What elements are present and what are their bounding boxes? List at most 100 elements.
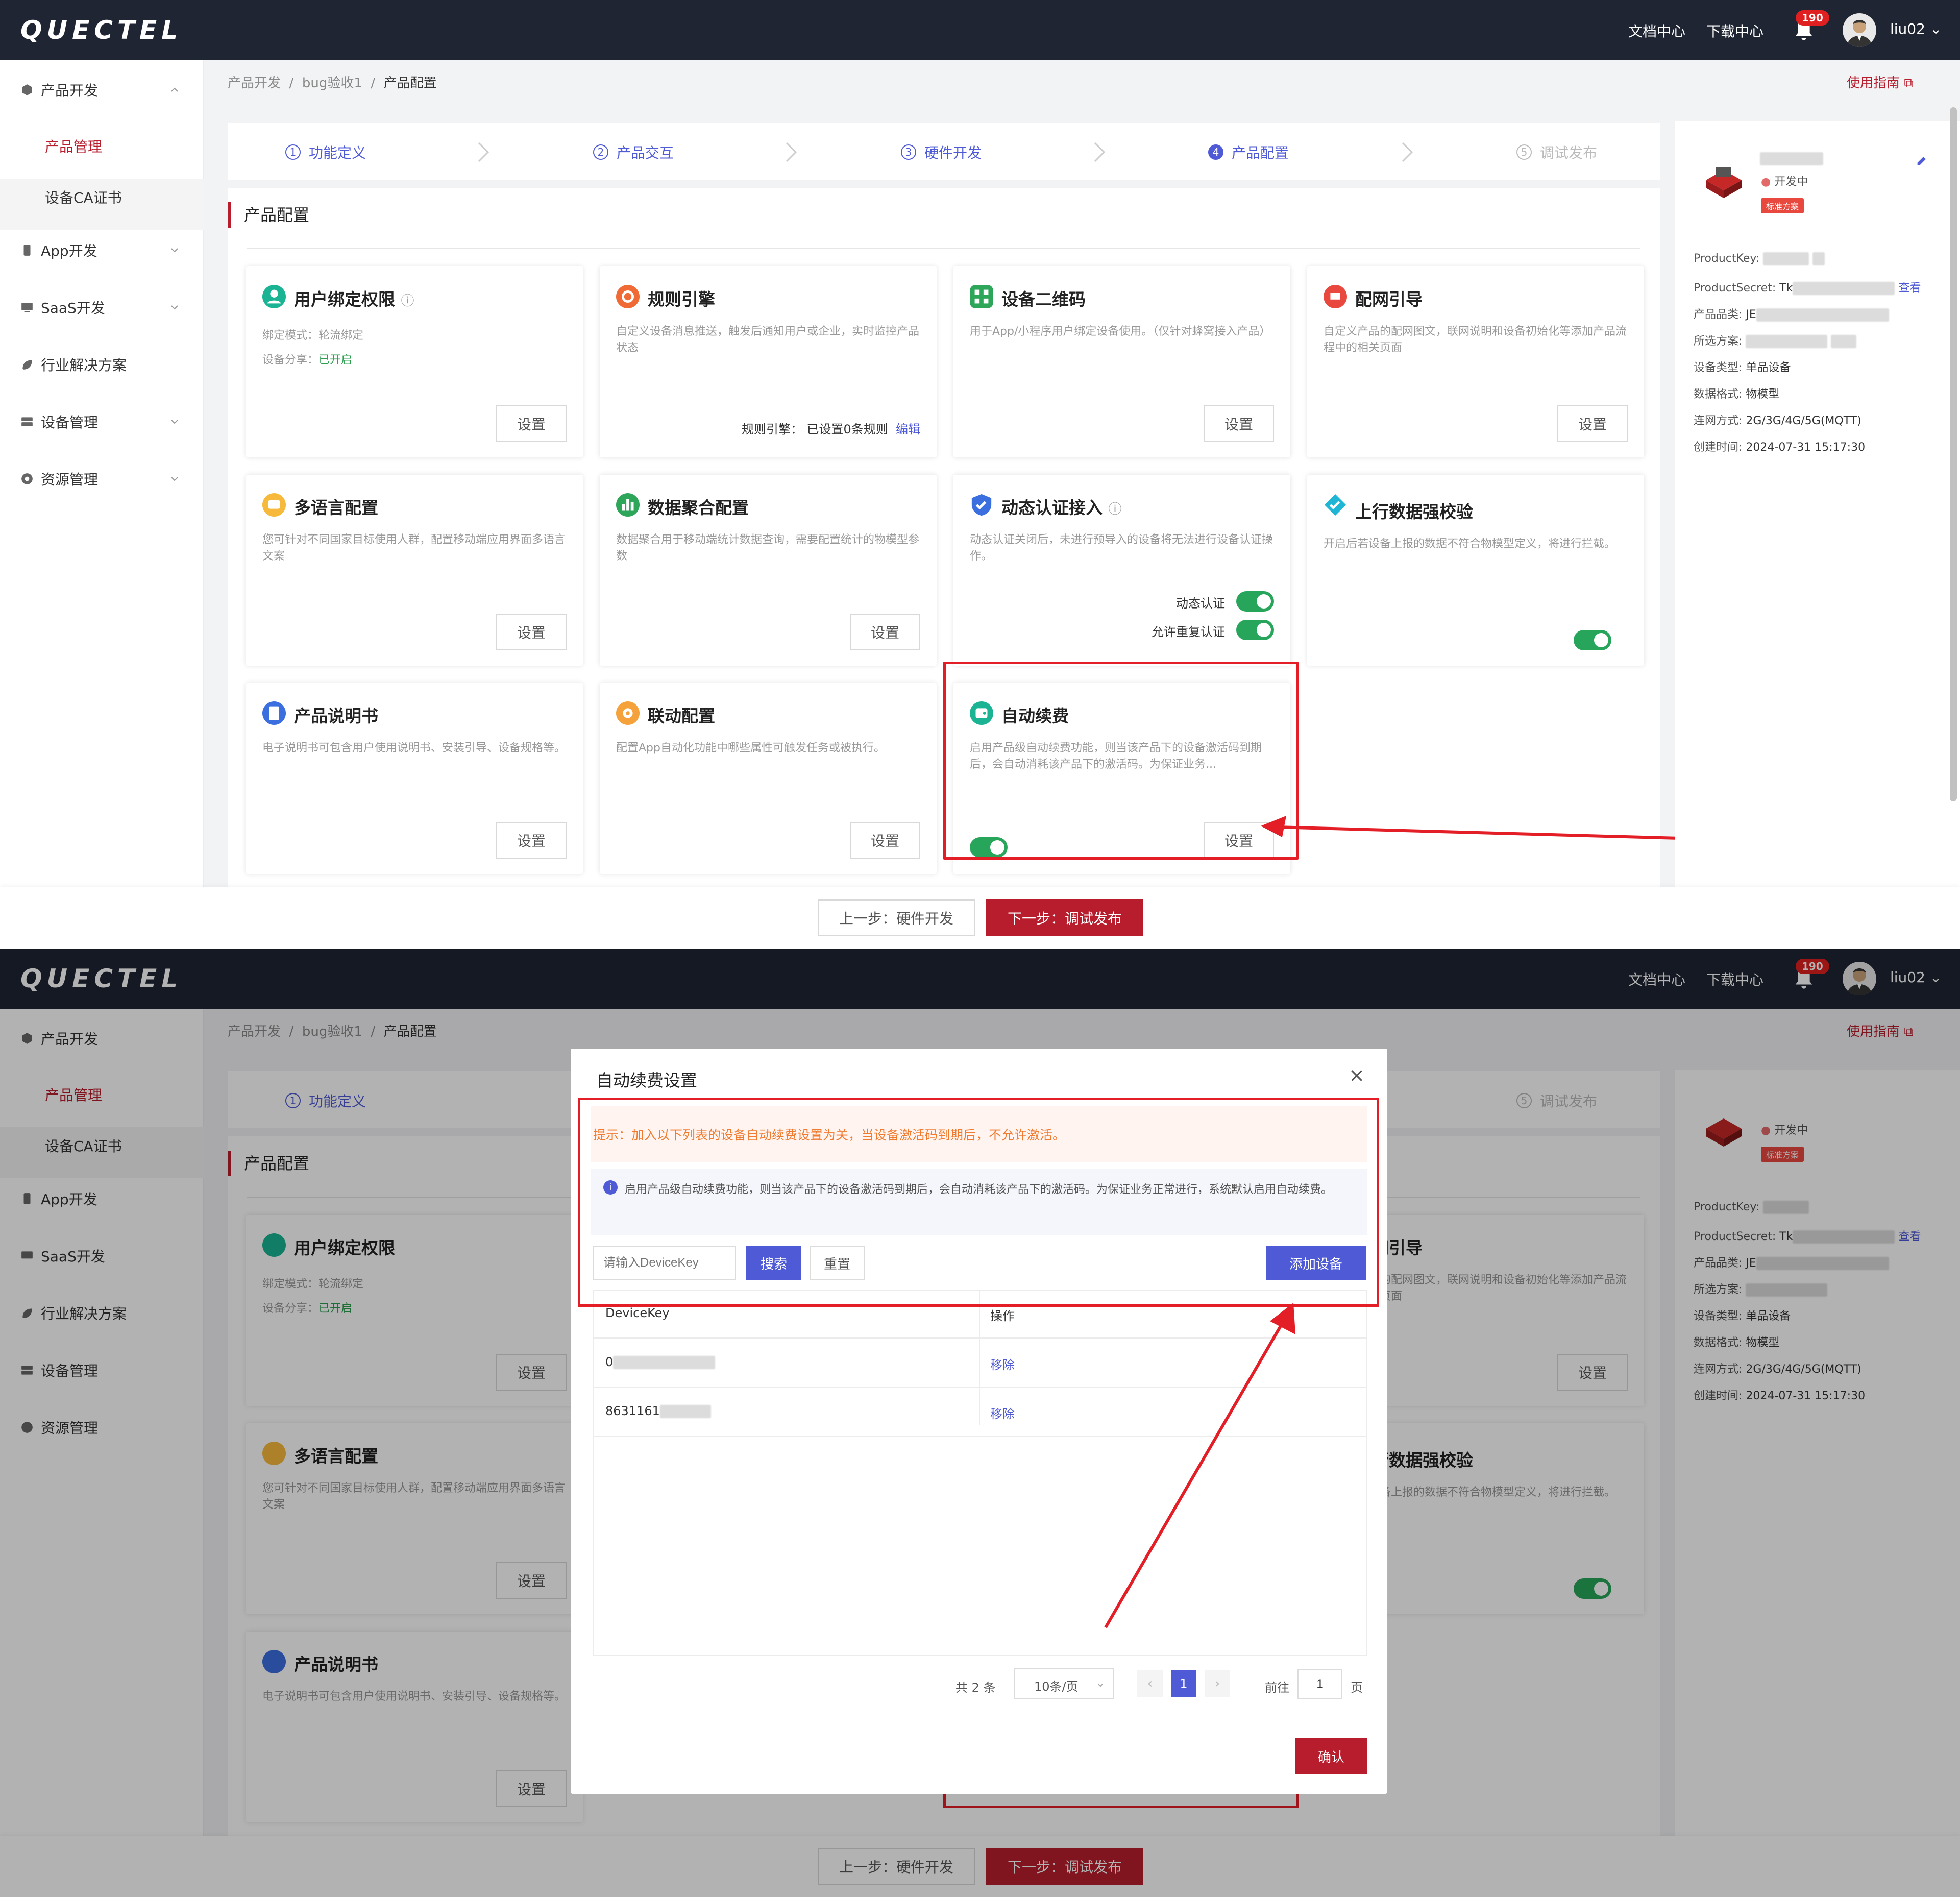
sidebar-item-app-dev[interactable]: App开发: [20, 240, 97, 260]
confirm-button[interactable]: 确认: [1295, 1738, 1367, 1774]
scrollbar[interactable]: [1950, 107, 1957, 801]
prev-page-button[interactable]: ‹: [1137, 1670, 1163, 1697]
avatar[interactable]: [1843, 13, 1876, 47]
breadcrumb-product-dev[interactable]: 产品开发: [228, 76, 281, 91]
prev-step-button[interactable]: 上一步：硬件开发: [818, 899, 975, 936]
step-bar: 1 功能定义 2 产品交互 3 硬件开发 4 产品配置 5 调试发布: [228, 123, 1660, 180]
breadcrumb-product[interactable]: bug验收1: [302, 76, 362, 91]
sidebar-item-resource-management[interactable]: 资源管理: [20, 469, 98, 489]
repeat-auth-toggle[interactable]: [1236, 620, 1274, 640]
info-product-secret: ProductSecret: Tk 查看: [1694, 282, 1921, 295]
settings-button[interactable]: 设置: [496, 614, 567, 650]
page-size-select[interactable]: 10条/页 ⌄: [1014, 1668, 1114, 1699]
card-title: 产品说明书: [294, 706, 378, 726]
shield-icon: [971, 494, 992, 516]
settings-button[interactable]: 设置: [1557, 405, 1628, 442]
edit-icon[interactable]: [1915, 153, 1929, 167]
chevron-down-icon[interactable]: [168, 416, 181, 428]
settings-button[interactable]: 设置: [1204, 405, 1274, 442]
next-page-button[interactable]: ›: [1205, 1670, 1230, 1697]
chevron-up-icon[interactable]: [168, 84, 181, 96]
section-title: 产品配置: [228, 202, 309, 228]
top-bar: QUECTEL 文档中心 下载中心 190 liu02 ⌄: [0, 0, 1960, 60]
remove-link[interactable]: 移除: [990, 1355, 1015, 1373]
next-step-button[interactable]: 下一步：调试发布: [986, 899, 1143, 936]
product-status: ● 开发中: [1761, 176, 1808, 188]
step-number: 2: [593, 144, 608, 160]
goto-label: 前往: [1265, 1681, 1289, 1695]
step-number: 1: [285, 144, 301, 160]
user-binding-icon: [262, 285, 286, 308]
resource-icon: [21, 473, 33, 484]
step-3[interactable]: 3 硬件开发: [901, 142, 982, 162]
edit-link[interactable]: 编辑: [896, 422, 920, 436]
settings-button[interactable]: 设置: [496, 405, 567, 442]
goto-page-input[interactable]: [1297, 1669, 1342, 1699]
step-2[interactable]: 2 产品交互: [593, 142, 674, 162]
chevron-down-icon[interactable]: [168, 301, 181, 313]
card-desc: 电子说明书可包含用户使用说明书、安装引导、设备规格等。: [262, 742, 566, 755]
info-data-format: 数据格式: 物模型: [1694, 388, 1780, 401]
upstream-check-toggle[interactable]: [1574, 630, 1611, 650]
download-center-link[interactable]: 下载中心: [1706, 20, 1763, 41]
dynamic-auth-toggle[interactable]: [1236, 591, 1274, 612]
docs-center-link[interactable]: 文档中心: [1628, 20, 1685, 41]
step-5[interactable]: 5 调试发布: [1516, 142, 1597, 162]
info-device-type: 设备类型: 单品设备: [1694, 361, 1791, 374]
external-link-icon: ⧉: [1904, 76, 1914, 91]
help-icon[interactable]: ⓘ: [401, 294, 414, 309]
screen-product-config: QUECTEL 文档中心 下载中心 190 liu02 ⌄ 产品开发 产品管理 …: [0, 0, 1960, 948]
view-secret-link[interactable]: 查看: [1898, 282, 1921, 295]
modal-title: 自动续费设置: [596, 1071, 697, 1090]
product-info-panel: ● 开发中 标准方案 ProductKey: ProductSecret: Tk…: [1675, 121, 1960, 887]
help-icon[interactable]: ⓘ: [1109, 502, 1122, 517]
settings-button[interactable]: 设置: [850, 614, 920, 650]
sidebar-item-device-management[interactable]: 设备管理: [20, 411, 98, 432]
sidebar-item-product-dev[interactable]: 产品开发: [20, 80, 98, 100]
card-device-qrcode: 设备二维码 用于App/小程序用户绑定设备使用。（仅针对蜂窝接入产品） 设置: [953, 266, 1290, 457]
binding-mode-label: 绑定模式：: [262, 329, 319, 342]
rule-status: 规则引擎： 已设置0条规则 编辑: [741, 422, 920, 436]
remove-link[interactable]: 移除: [990, 1404, 1015, 1422]
card-desc: 配置App自动化功能中哪些属性可触发任务或被执行。: [616, 742, 885, 755]
breadcrumb-current: 产品配置: [383, 76, 437, 91]
chevron-down-icon[interactable]: [168, 473, 181, 485]
devicekey-cell: 8631161: [605, 1404, 711, 1418]
breadcrumb-separator: /: [289, 76, 294, 91]
card-network-guide: 配网引导 自定义产品的配网图文，联网说明和设备初始化等添加产品流程中的相关页面 …: [1307, 266, 1644, 457]
toggle-label: 允许重复认证: [1152, 625, 1225, 639]
monitor-icon: [21, 303, 33, 312]
quectel-logo[interactable]: QUECTEL: [20, 15, 182, 45]
card-info: 绑定模式：轮流绑定 设备分享：已开启: [262, 324, 569, 373]
language-icon: [262, 493, 286, 517]
info-category: 产品品类: JE: [1694, 305, 1889, 322]
info-product-key: ProductKey:: [1694, 252, 1825, 265]
sidebar-item-product-management[interactable]: 产品管理: [45, 136, 102, 156]
chevron-right-icon: [478, 142, 489, 162]
card-data-aggregation: 数据聚合配置 数据聚合用于移动端统计数据查询，需要配置统计的物模型参数 设置: [600, 475, 937, 666]
annotation-arrow: [1261, 816, 1680, 840]
upstream-check-icon: [1324, 494, 1346, 516]
chevron-down-icon[interactable]: [168, 244, 181, 256]
username[interactable]: liu02 ⌄: [1890, 20, 1942, 37]
network-guide-icon: [1324, 285, 1347, 308]
info-created: 创建时间: 2024-07-31 15:17:30: [1694, 441, 1866, 454]
close-icon[interactable]: ×: [1349, 1064, 1365, 1086]
usage-guide-link[interactable]: 使用指南 ⧉: [1847, 72, 1914, 91]
card-desc: 动态认证关闭后，未进行预导入的设备将无法进行设备认证操作。: [970, 533, 1273, 563]
book-icon: [262, 701, 286, 725]
sidebar-item-device-ca[interactable]: 设备CA证书: [45, 187, 122, 207]
card-title: 配网引导: [1355, 289, 1423, 309]
sidebar-item-saas-dev[interactable]: SaaS开发: [20, 297, 105, 318]
step-1[interactable]: 1 功能定义: [285, 142, 366, 162]
sidebar-item-industry-solutions[interactable]: 行业解决方案: [20, 354, 127, 375]
card-rule-engine: 规则引擎 自定义设备消息推送，触发后通知用户或企业，实时监控产品状态 规则引擎：…: [600, 266, 937, 457]
card-title: 设备二维码: [1001, 289, 1086, 309]
settings-button[interactable]: 设置: [850, 822, 920, 859]
step-4[interactable]: 4 产品配置: [1208, 142, 1289, 162]
qrcode-icon: [970, 285, 993, 308]
sidebar: 产品开发 产品管理 设备CA证书 App开发 SaaS开发 行业解决方案 设备管…: [0, 60, 204, 887]
info-solution: 所选方案:: [1694, 332, 1857, 348]
page-number-current[interactable]: 1: [1171, 1670, 1196, 1697]
settings-button[interactable]: 设置: [496, 822, 567, 859]
